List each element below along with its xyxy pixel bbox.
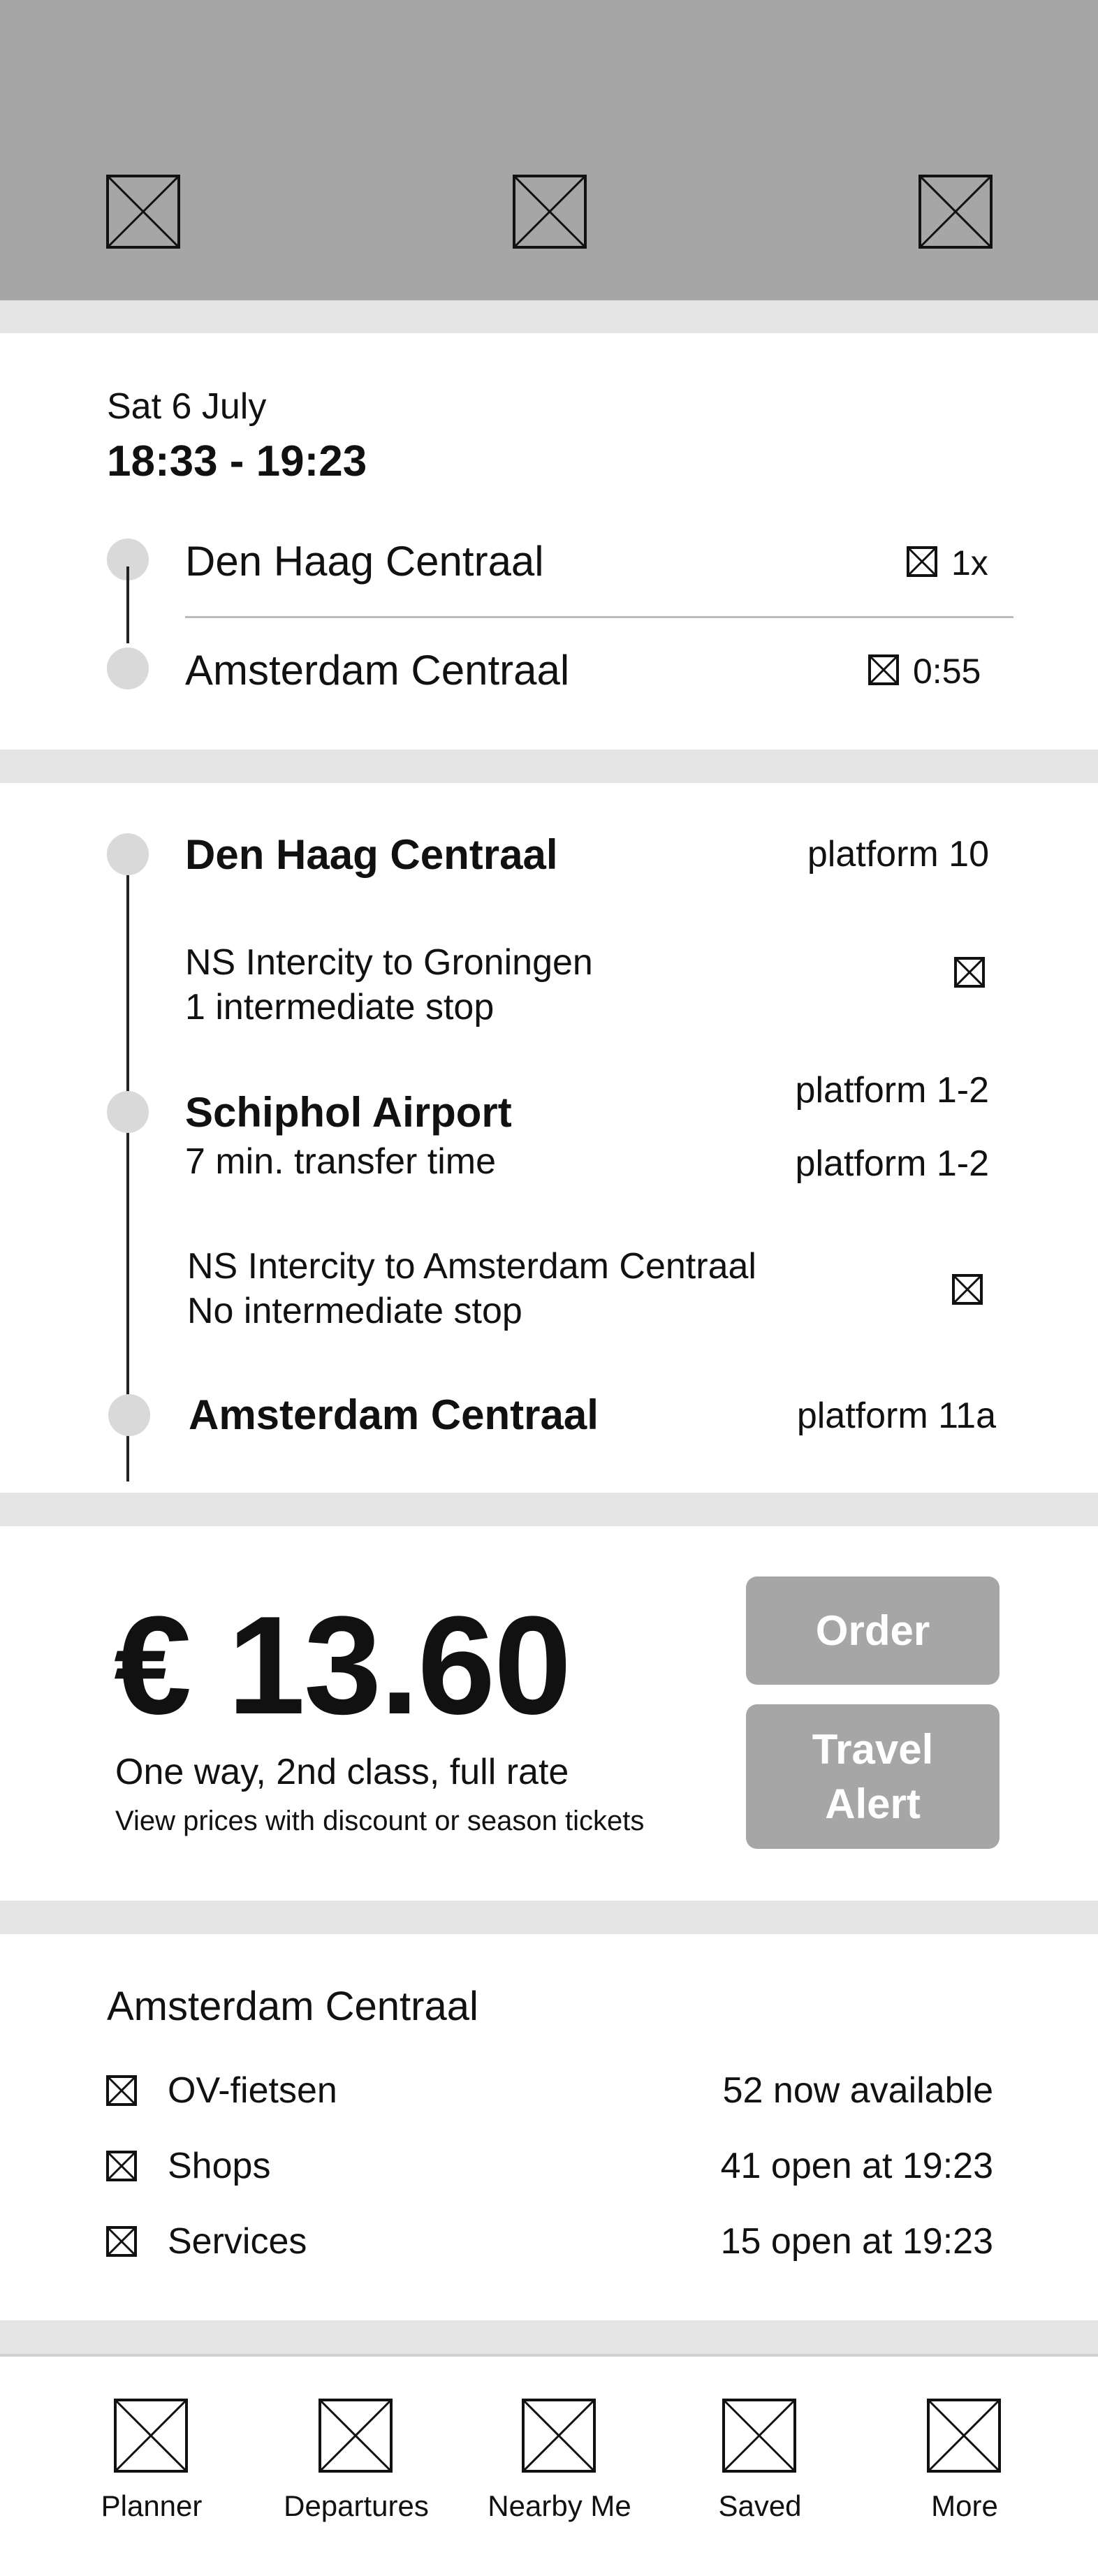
transfer-time: 7 min. transfer time bbox=[185, 1141, 497, 1182]
destination-station: Amsterdam Centraal bbox=[185, 647, 570, 694]
info-row-label: Shops bbox=[168, 2146, 271, 2186]
stop-dot bbox=[107, 833, 149, 875]
nav-saved[interactable]: Saved bbox=[669, 2399, 851, 2538]
nav-nearby-me[interactable]: Nearby Me bbox=[469, 2399, 650, 2538]
station-info-title: Amsterdam Centraal bbox=[107, 1984, 478, 2029]
planner-icon bbox=[114, 2399, 188, 2473]
leg-service: NS Intercity to Groningen bbox=[185, 942, 593, 983]
info-row-services[interactable]: Services 15 open at 19:23 bbox=[105, 2218, 993, 2267]
info-row-value: 52 now available bbox=[722, 2070, 993, 2111]
info-row-label: Services bbox=[168, 2221, 307, 2262]
train-info-icon[interactable] bbox=[952, 1274, 983, 1305]
bike-icon bbox=[106, 2075, 137, 2106]
travel-alert-label-line1: Travel bbox=[812, 1725, 934, 1773]
travel-alert-label-line2: Alert bbox=[825, 1780, 921, 1827]
more-icon bbox=[927, 2399, 1001, 2473]
services-icon bbox=[106, 2226, 137, 2257]
nav-label: Saved bbox=[718, 2489, 802, 2522]
route-line bbox=[126, 566, 129, 643]
arrival-platform: platform 1-2 bbox=[795, 1070, 989, 1111]
nav-label: Planner bbox=[101, 2489, 203, 2522]
price-card: € 13.60 One way, 2nd class, full rate Vi… bbox=[0, 1526, 1098, 1901]
stop-platform: platform 11a bbox=[796, 1396, 996, 1436]
info-row-value: 15 open at 19:23 bbox=[720, 2221, 993, 2262]
stop-name: Den Haag Centraal bbox=[185, 831, 558, 878]
trip-summary-card[interactable]: Sat 6 July 18:33 - 19:23 Den Haag Centra… bbox=[0, 333, 1098, 749]
nav-label: Nearby Me bbox=[488, 2489, 631, 2522]
train-info-icon[interactable] bbox=[954, 957, 985, 988]
bottom-navigation: Planner Departures Nearby Me Saved More bbox=[0, 2354, 1098, 2576]
nav-planner[interactable]: Planner bbox=[61, 2399, 242, 2538]
transfer-icon bbox=[907, 546, 937, 577]
info-row-ov-fietsen[interactable]: OV-fietsen 52 now available bbox=[105, 2067, 993, 2116]
fare-description: One way, 2nd class, full rate bbox=[115, 1752, 569, 1792]
stop-name: Amsterdam Centraal bbox=[189, 1391, 599, 1438]
leg-description: NS Intercity to Amsterdam Centraal No in… bbox=[187, 1244, 756, 1333]
nav-more[interactable]: More bbox=[874, 2399, 1055, 2538]
nav-label: Departures bbox=[284, 2489, 429, 2522]
stop-dot bbox=[107, 1091, 149, 1133]
saved-icon bbox=[722, 2399, 796, 2473]
nav-departures[interactable]: Departures bbox=[265, 2399, 447, 2538]
stop-dot bbox=[108, 1394, 150, 1436]
info-row-label: OV-fietsen bbox=[168, 2070, 337, 2111]
leg-stops: 1 intermediate stop bbox=[185, 987, 495, 1027]
placeholder-icon[interactable] bbox=[513, 175, 587, 249]
origin-station: Den Haag Centraal bbox=[185, 538, 544, 585]
leg-stops: No intermediate stop bbox=[187, 1291, 522, 1331]
leg-description: NS Intercity to Groningen 1 intermediate… bbox=[185, 940, 593, 1030]
nav-label: More bbox=[931, 2489, 998, 2522]
travel-alert-button[interactable]: Travel Alert bbox=[746, 1704, 1000, 1849]
departure-platform: platform 1-2 bbox=[795, 1143, 989, 1184]
placeholder-icon[interactable] bbox=[106, 175, 180, 249]
info-row-shops[interactable]: Shops 41 open at 19:23 bbox=[105, 2142, 993, 2191]
header-bar bbox=[0, 0, 1098, 300]
divider bbox=[185, 616, 1013, 618]
order-button[interactable]: Order bbox=[746, 1576, 1000, 1685]
discount-prices-link[interactable]: View prices with discount or season tick… bbox=[115, 1806, 644, 1837]
stop-platform: platform 10 bbox=[807, 834, 989, 874]
nearby-icon bbox=[522, 2399, 596, 2473]
ticket-price: € 13.60 bbox=[114, 1588, 571, 1743]
duration-icon bbox=[868, 654, 899, 685]
trip-duration: 0:55 bbox=[913, 652, 981, 691]
stop-name: Schiphol Airport bbox=[185, 1089, 512, 1136]
departures-icon bbox=[319, 2399, 393, 2473]
info-row-value: 41 open at 19:23 bbox=[720, 2146, 993, 2186]
shop-icon bbox=[106, 2151, 137, 2181]
station-info-card: Amsterdam Centraal OV-fietsen 52 now ava… bbox=[0, 1934, 1098, 2320]
order-button-label: Order bbox=[815, 1607, 930, 1654]
leg-service: NS Intercity to Amsterdam Centraal bbox=[187, 1246, 756, 1287]
trip-time-range: 18:33 - 19:23 bbox=[107, 437, 367, 485]
trip-date: Sat 6 July bbox=[107, 386, 267, 427]
route-details-card: Den Haag Centraal platform 10 NS Interci… bbox=[0, 783, 1098, 1493]
route-line bbox=[126, 853, 129, 1481]
destination-dot bbox=[107, 647, 149, 689]
transfer-count: 1x bbox=[951, 543, 988, 583]
placeholder-icon[interactable] bbox=[918, 175, 993, 249]
